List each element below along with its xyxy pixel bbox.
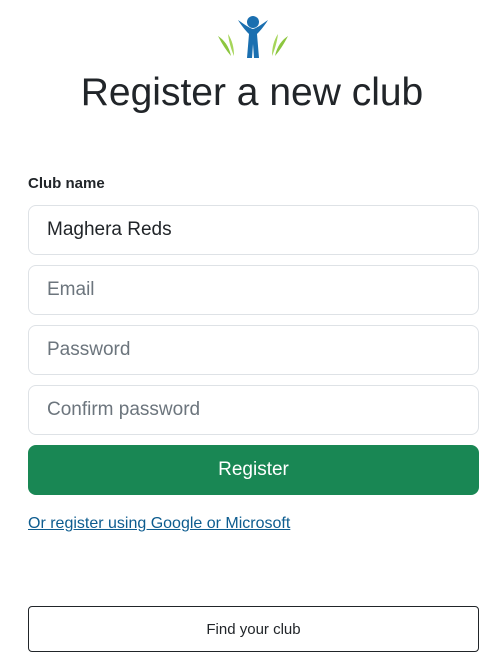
confirm-password-input[interactable]	[28, 385, 479, 435]
email-input[interactable]	[28, 265, 479, 315]
club-logo-icon	[216, 14, 290, 60]
password-input[interactable]	[28, 325, 479, 375]
club-name-input[interactable]	[28, 205, 479, 255]
alt-register-link[interactable]: Or register using Google or Microsoft	[28, 515, 290, 533]
find-club-button[interactable]: Find your club	[28, 606, 479, 652]
club-name-label: Club name	[28, 175, 105, 192]
page-title: Register a new club	[80, 71, 424, 114]
register-button[interactable]: Register	[28, 445, 479, 495]
